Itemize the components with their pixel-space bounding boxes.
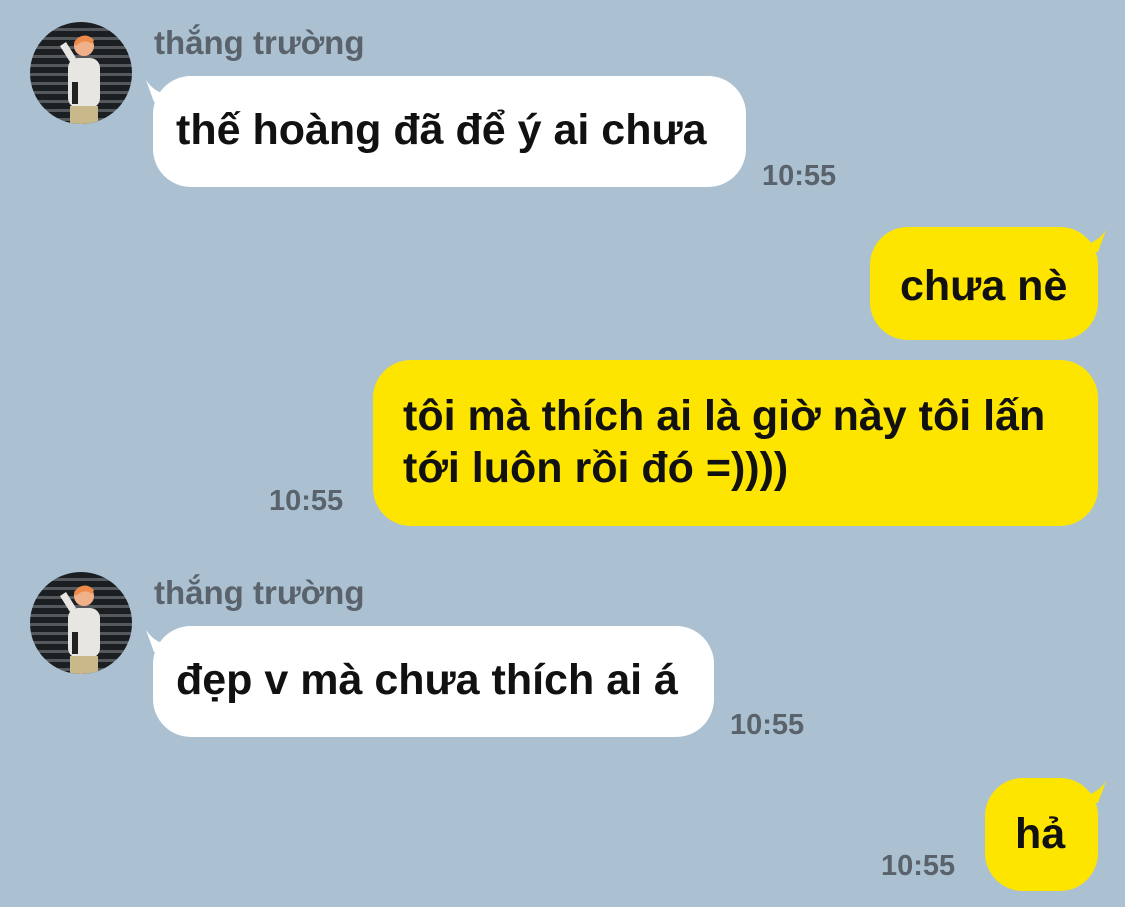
message-text-line-1: tôi mà thích ai là giờ này tôi lấn	[403, 392, 1046, 440]
message-bubble-incoming[interactable]: thế hoàng đã để ý ai chưa	[153, 76, 746, 187]
message-text: đẹp v mà chưa thích ai á	[176, 656, 678, 704]
message-text: chưa nè	[900, 262, 1068, 310]
sender-avatar[interactable]	[30, 572, 132, 674]
message-bubble-outgoing[interactable]: tôi mà thích ai là giờ này tôi lấn tới l…	[373, 360, 1098, 526]
message-bubble-outgoing[interactable]: chưa nè	[870, 227, 1098, 340]
sender-name: thắng trường	[154, 574, 365, 611]
message-timestamp: 10:55	[881, 850, 956, 882]
person-photo-icon	[60, 35, 100, 124]
message-text-line-2: tới luôn rồi đó =))))	[403, 444, 789, 492]
sender-avatar[interactable]	[30, 22, 132, 124]
sender-name: thắng trường	[154, 24, 365, 61]
message-bubble-incoming[interactable]: đẹp v mà chưa thích ai á	[153, 626, 714, 737]
person-photo-icon	[60, 585, 100, 674]
message-timestamp: 10:55	[762, 160, 837, 192]
message-timestamp: 10:55	[730, 709, 805, 741]
message-bubble-outgoing[interactable]: hả	[985, 778, 1098, 891]
message-timestamp: 10:55	[269, 485, 344, 517]
message-text: thế hoàng đã để ý ai chưa	[176, 106, 707, 154]
message-text: hả	[1015, 810, 1066, 858]
